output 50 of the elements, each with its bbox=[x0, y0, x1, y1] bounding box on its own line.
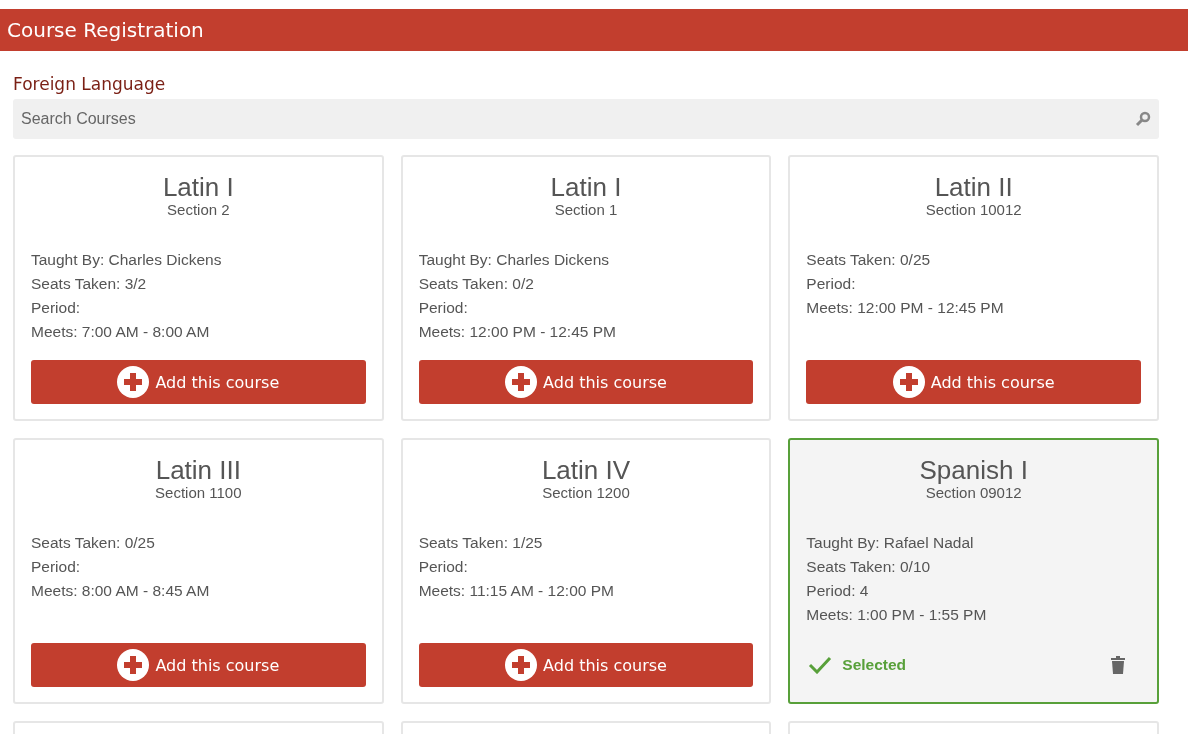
course-detail: Seats Taken: 0/25 bbox=[31, 533, 156, 553]
course-detail: Meets: 7:00 AM - 8:00 AM bbox=[31, 322, 211, 342]
plus-circle-icon bbox=[117, 649, 150, 681]
course-detail: Taught By: Charles Dickens bbox=[31, 250, 223, 270]
page-title: Course Registration bbox=[7, 18, 204, 42]
course-detail: Seats Taken: 0/10 bbox=[806, 557, 932, 577]
course-detail: Meets: 1:00 PM - 1:55 PM bbox=[806, 605, 988, 625]
course-detail: Period: bbox=[31, 298, 82, 318]
course-detail: Seats Taken: 0/2 bbox=[418, 274, 535, 294]
course-detail: Taught By: Charles Dickens bbox=[418, 250, 611, 270]
add-course-button[interactable]: Add this course bbox=[31, 360, 366, 404]
add-course-button[interactable]: Add this course bbox=[31, 643, 366, 687]
add-course-button[interactable]: Add this course bbox=[418, 360, 754, 404]
course-section: Section 10012 bbox=[806, 202, 1141, 218]
add-course-button[interactable]: Add this course bbox=[806, 360, 1141, 404]
course-title: Latin I bbox=[549, 172, 623, 202]
search-field[interactable]: Search Courses bbox=[13, 99, 1159, 139]
course-detail: Meets: 11:15 AM - 12:00 PM bbox=[418, 581, 615, 601]
plus-circle-icon bbox=[892, 366, 925, 398]
course-section: Section 09012 bbox=[806, 485, 1141, 501]
course-detail: Taught By: Rafael Nadal bbox=[806, 533, 975, 553]
course-detail: Meets: 8:00 AM - 8:45 AM bbox=[31, 581, 211, 601]
course-section: Section 1100 bbox=[31, 485, 366, 501]
course-detail: Period: 4 bbox=[806, 581, 870, 601]
trash-icon[interactable] bbox=[1111, 656, 1125, 674]
plus-circle-icon bbox=[117, 366, 150, 398]
course-detail: Meets: 12:00 PM - 12:45 PM bbox=[418, 322, 617, 342]
course-title: Latin IV bbox=[540, 455, 632, 485]
course-detail: Period: bbox=[418, 557, 469, 577]
course-title: Latin III bbox=[154, 455, 242, 485]
course-detail: Seats Taken: 0/25 bbox=[806, 250, 932, 270]
selected-label: Selected bbox=[842, 656, 907, 674]
course-section: Section 1200 bbox=[418, 485, 754, 501]
course-section: Section 2 bbox=[31, 202, 366, 218]
course-detail: Seats Taken: 3/2 bbox=[31, 274, 148, 294]
plus-circle-icon bbox=[505, 366, 538, 398]
course-detail: Seats Taken: 1/25 bbox=[418, 533, 544, 553]
course-detail: Period: bbox=[31, 557, 82, 577]
course-title: Latin I bbox=[161, 172, 235, 202]
search-icon bbox=[1135, 111, 1151, 127]
course-section: Section 1 bbox=[418, 202, 754, 218]
category-heading: Foreign Language bbox=[13, 73, 167, 95]
course-detail: Period: bbox=[418, 298, 469, 318]
course-detail: Period: bbox=[806, 274, 857, 294]
course-detail: Meets: 12:00 PM - 12:45 PM bbox=[806, 298, 1005, 318]
plus-circle-icon bbox=[505, 649, 538, 681]
course-title: Latin II bbox=[933, 172, 1014, 202]
course-title: Spanish I bbox=[918, 455, 1029, 485]
add-course-button[interactable]: Add this course bbox=[418, 643, 754, 687]
check-icon bbox=[808, 656, 833, 674]
